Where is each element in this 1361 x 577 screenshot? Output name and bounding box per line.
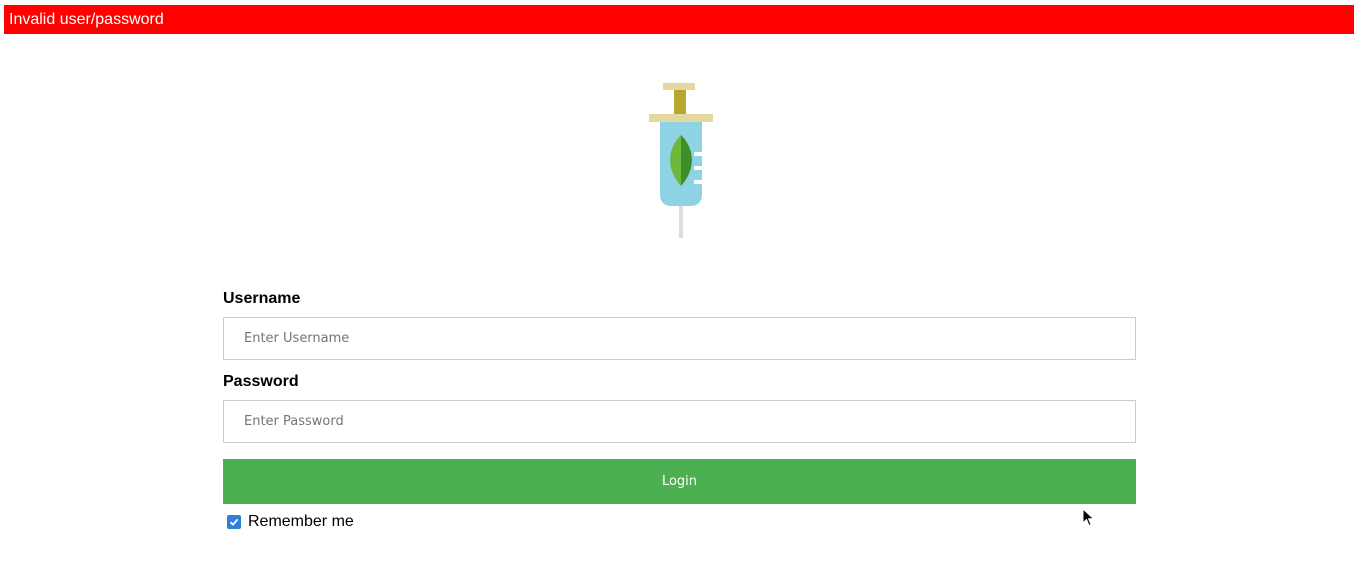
- error-banner: Invalid user/password: [4, 5, 1354, 34]
- login-button[interactable]: Login: [223, 459, 1136, 504]
- mouse-pointer-icon: [1082, 508, 1095, 527]
- remember-me-row: Remember me: [223, 511, 1136, 533]
- username-label: Username: [223, 290, 301, 307]
- syringe-leaf-icon: [649, 83, 713, 238]
- password-input[interactable]: [223, 400, 1136, 443]
- remember-me-label: Remember me: [248, 513, 354, 530]
- password-label: Password: [223, 373, 299, 390]
- login-form: Username Password Login Remember me: [223, 288, 1136, 533]
- remember-me-checkbox[interactable]: [227, 515, 241, 529]
- username-input[interactable]: [223, 317, 1136, 360]
- checkmark-icon: [229, 518, 239, 526]
